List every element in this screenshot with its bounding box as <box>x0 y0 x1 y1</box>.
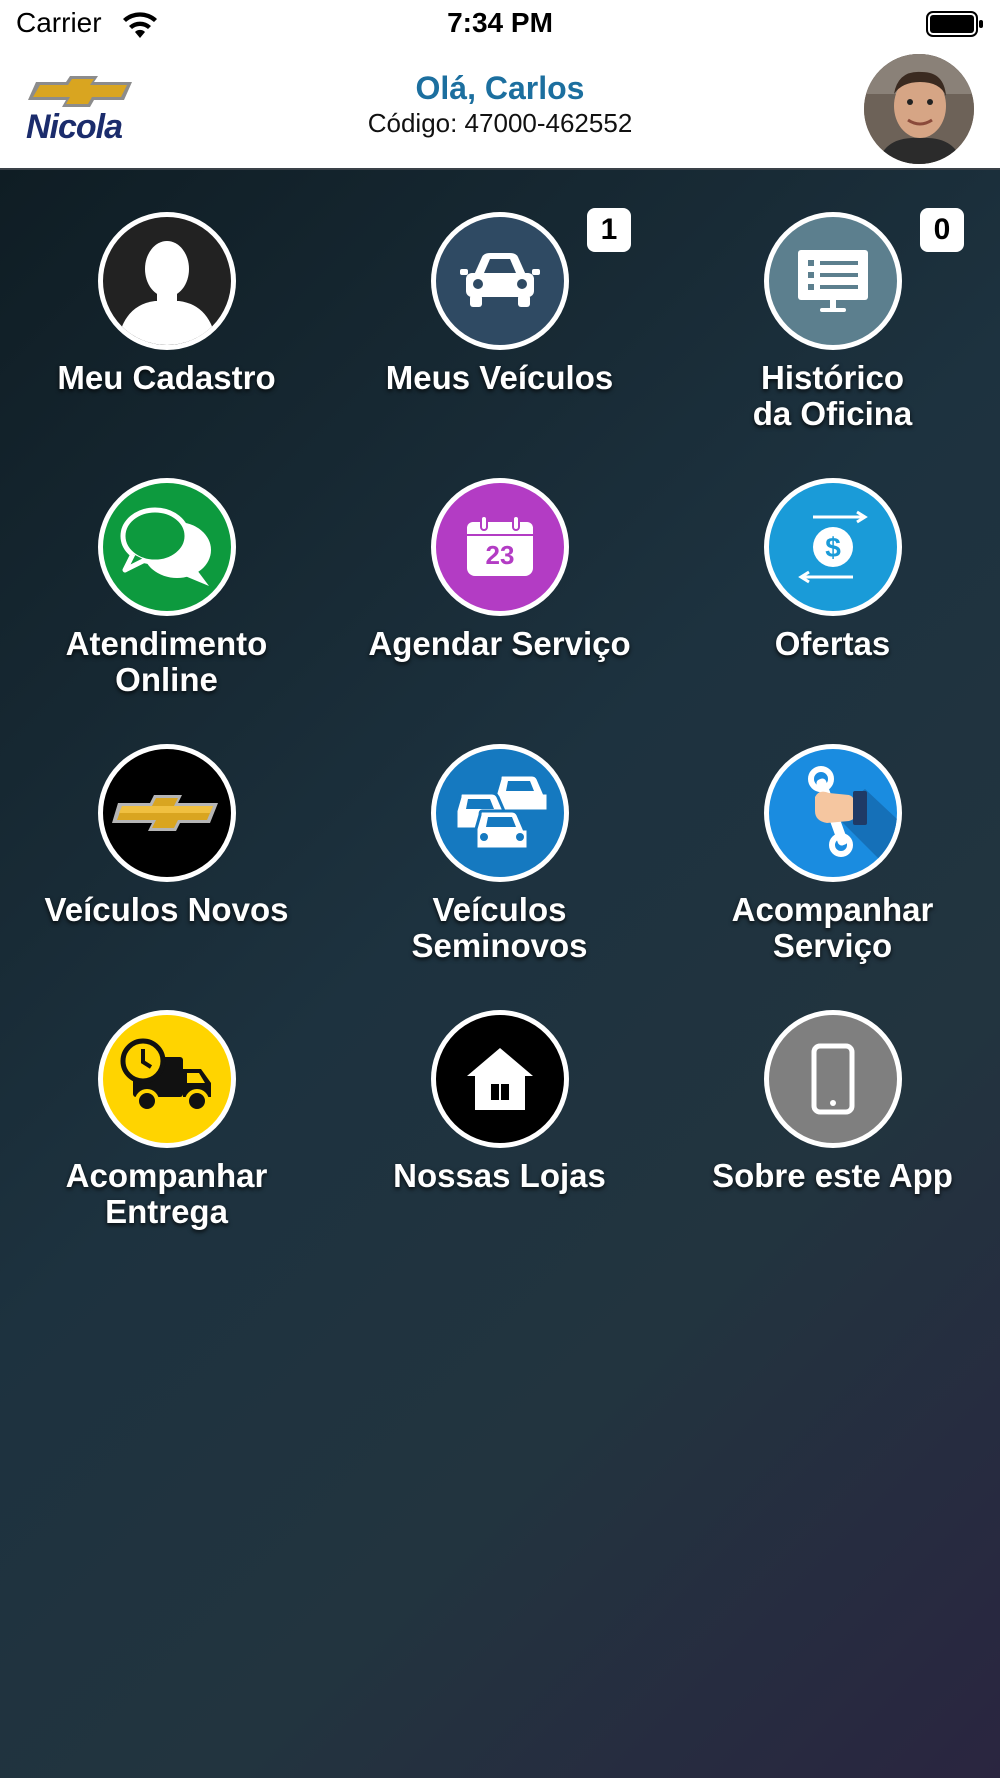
car-icon <box>460 253 540 307</box>
delivery-truck-icon <box>120 1038 211 1113</box>
menu-item-agendar-servico[interactable]: 23 Agendar Serviço <box>333 436 666 696</box>
menu-item-acompanhar-servico[interactable]: Acompanhar Serviço <box>666 702 999 964</box>
menu-icon-circle <box>764 744 902 882</box>
menu-icon-circle <box>764 1010 902 1148</box>
menu-item-sobre-app[interactable]: Sobre este App <box>666 968 999 1228</box>
battery-icon <box>926 11 983 37</box>
menu-item-veiculos-seminovos[interactable]: Veículos Seminovos <box>333 702 666 964</box>
menu-icon-circle: 23 <box>431 478 569 616</box>
user-silhouette-icon <box>117 241 217 345</box>
menu-label: Histórico da Oficina <box>752 359 913 432</box>
menu-label: Nossas Lojas <box>393 1157 606 1194</box>
menu-label: Ofertas <box>774 625 891 662</box>
menu-icon-circle <box>764 212 902 350</box>
monitor-list-icon <box>798 250 868 312</box>
menu-label: Meu Cadastro <box>57 359 276 396</box>
menu-label: Acompanhar Entrega <box>65 1157 268 1230</box>
clock: 7:34 PM <box>447 7 553 38</box>
menu-item-ofertas[interactable]: $ Ofertas <box>666 436 999 696</box>
history-count-badge: 0 <box>920 208 964 252</box>
svg-text:$: $ <box>825 532 841 563</box>
menu-item-meu-cadastro[interactable]: Meu Cadastro <box>0 170 333 430</box>
smartphone-icon <box>811 1043 855 1115</box>
greeting: Olá, Carlos <box>415 70 585 106</box>
cars-stack-icon <box>454 773 550 851</box>
menu-icon-circle <box>431 744 569 882</box>
menu-label: Sobre este App <box>712 1157 953 1194</box>
dollar-exchange-icon: $ <box>798 510 868 584</box>
chat-bubbles-icon <box>120 507 211 586</box>
menu-icon-circle <box>98 744 236 882</box>
menu-label: Atendimento Online <box>65 625 268 698</box>
menu-label: Acompanhar Serviço <box>731 891 934 964</box>
main-menu: Meu Cadastro 1 Meus Veículos 0 Histórico… <box>0 170 1000 1778</box>
menu-label: Agendar Serviço <box>368 625 631 662</box>
menu-label: Meus Veículos <box>385 359 614 396</box>
menu-icon-circle <box>98 212 236 350</box>
house-icon <box>467 1048 533 1110</box>
menu-item-nossas-lojas[interactable]: Nossas Lojas <box>333 968 666 1228</box>
menu-icon-circle <box>431 212 569 350</box>
menu-icon-circle <box>431 1010 569 1148</box>
menu-label: Veículos Novos <box>44 891 289 928</box>
avatar[interactable] <box>864 54 974 164</box>
menu-label: Veículos Seminovos <box>411 891 588 964</box>
profile-photo-icon <box>864 54 974 164</box>
menu-item-meus-veiculos[interactable]: 1 Meus Veículos <box>333 170 666 430</box>
menu-item-historico-oficina[interactable]: 0 Histórico da Oficina <box>666 170 999 432</box>
vehicles-count-badge: 1 <box>587 208 631 252</box>
menu-icon-circle <box>98 1010 236 1148</box>
status-bar: Carrier 7:34 PM <box>0 0 1000 50</box>
customer-code: Código: 47000-462552 <box>367 108 633 138</box>
menu-item-atendimento-online[interactable]: Atendimento Online <box>0 436 333 698</box>
menu-icon-circle: $ <box>764 478 902 616</box>
calendar-day-label: 23 <box>485 540 515 570</box>
app-header: Nicola Olá, Carlos Código: 47000-462552 <box>0 50 1000 170</box>
chevrolet-bowtie-icon <box>112 795 218 831</box>
menu-item-acompanhar-entrega[interactable]: Acompanhar Entrega <box>0 968 333 1230</box>
hand-wrench-icon <box>808 766 897 877</box>
menu-item-veiculos-novos[interactable]: Veículos Novos <box>0 702 333 962</box>
menu-icon-circle <box>98 478 236 616</box>
